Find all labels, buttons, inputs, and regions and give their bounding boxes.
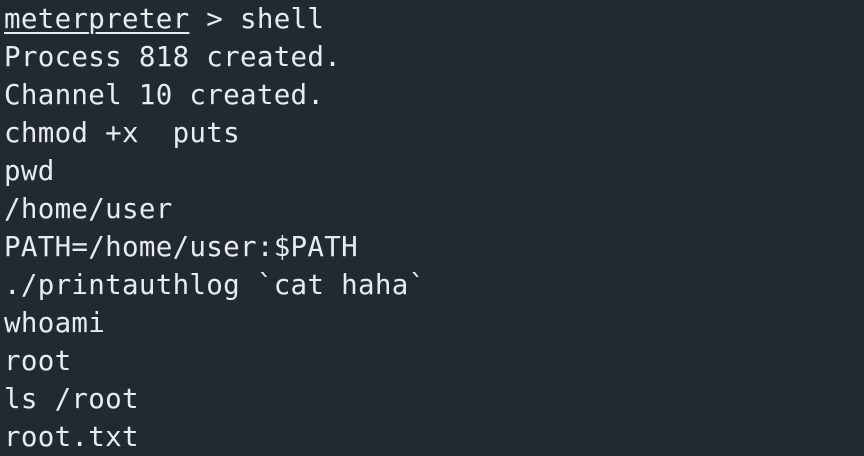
output-line: root.txt xyxy=(4,421,139,453)
command-line: ls /root xyxy=(4,383,139,415)
prompt-line: meterpreter > shell xyxy=(4,0,864,38)
prompt-separator: > xyxy=(189,3,240,35)
output-line: Channel 10 created. xyxy=(4,79,325,111)
prompt-command: shell xyxy=(240,3,325,35)
command-line: ./printauthlog `cat haha` xyxy=(4,269,426,301)
terminal-window[interactable]: meterpreter > shell Process 818 created.… xyxy=(0,0,864,456)
output-line: Process 818 created. xyxy=(4,41,342,73)
command-line: whoami xyxy=(4,307,106,339)
command-line: chmod +x puts xyxy=(4,117,240,149)
output-line: root xyxy=(4,345,72,377)
command-line: pwd xyxy=(4,155,55,187)
output-line: /home/user xyxy=(4,193,173,225)
prompt-name: meterpreter xyxy=(4,3,190,35)
command-line: PATH=/home/user:$PATH xyxy=(4,231,358,263)
